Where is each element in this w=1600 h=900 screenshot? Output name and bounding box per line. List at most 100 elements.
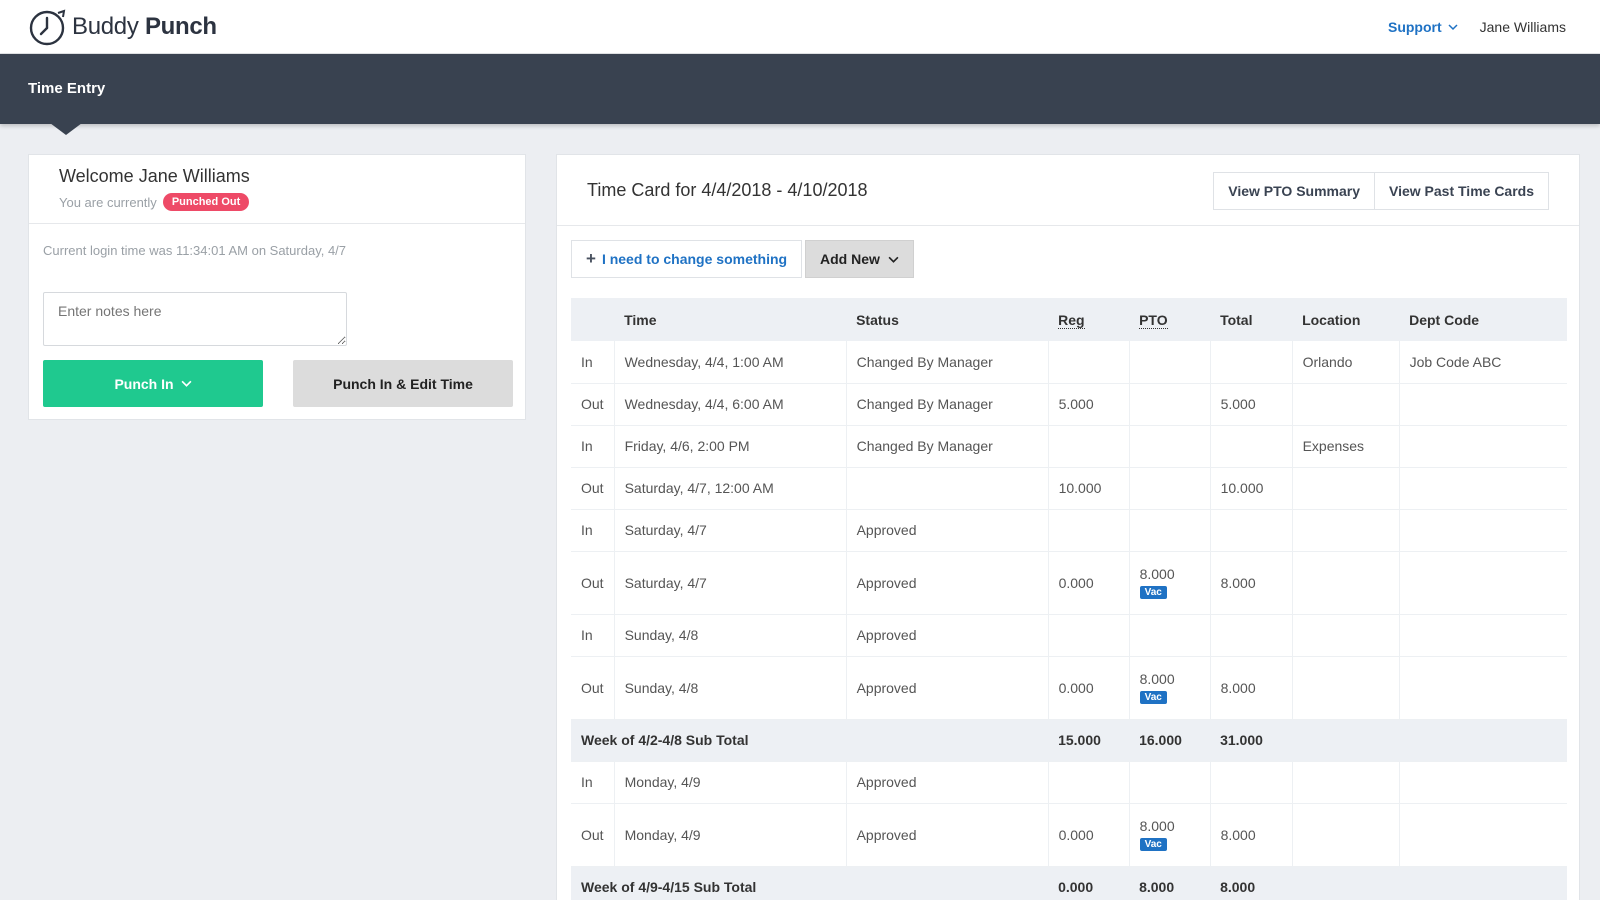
dept-cell <box>1398 803 1567 867</box>
table-header-row: Time Status Reg PTO Total Location Dept … <box>571 298 1567 341</box>
logo-text-buddy: Buddy <box>72 13 139 40</box>
location-cell <box>1291 509 1400 552</box>
punch-type-cell: In <box>571 614 615 657</box>
subtotal-total: 8.000 <box>1210 866 1293 900</box>
nav-tab-time-entry[interactable]: Time Entry <box>28 80 105 97</box>
top-header: Buddy Punch Support Jane Williams <box>0 0 1600 54</box>
total-cell <box>1209 509 1293 552</box>
location-cell <box>1291 551 1400 615</box>
dept-cell <box>1398 614 1567 657</box>
table-row[interactable]: In Friday, 4/6, 2:00 PM Changed By Manag… <box>571 425 1567 468</box>
divider <box>29 223 525 224</box>
pto-cell <box>1128 467 1211 510</box>
total-cell <box>1209 614 1293 657</box>
subtotal-label: Week of 4/9-4/15 Sub Total <box>571 866 1049 900</box>
welcome-heading: Welcome Jane Williams <box>59 166 250 186</box>
location-cell <box>1291 656 1400 720</box>
status-cell <box>845 467 1049 510</box>
view-past-time-cards-button[interactable]: View Past Time Cards <box>1375 172 1549 210</box>
col-dept-code: Dept Code <box>1399 298 1567 341</box>
add-new-button[interactable]: Add New <box>805 240 914 278</box>
nav-bar: Time Entry <box>0 54 1600 124</box>
col-location: Location <box>1292 298 1400 341</box>
punch-in-edit-time-button[interactable]: Punch In & Edit Time <box>293 360 513 407</box>
col-pto: PTO <box>1129 298 1211 341</box>
status-cell: Approved <box>845 761 1049 804</box>
subtotal-pto: 16.000 <box>1129 719 1211 762</box>
user-name-menu[interactable]: Jane Williams <box>1480 19 1566 35</box>
time-cell: Wednesday, 4/4, 1:00 AM <box>613 341 847 384</box>
total-cell <box>1209 761 1293 804</box>
status-cell: Changed By Manager <box>845 425 1049 468</box>
punch-type-cell: In <box>571 761 615 804</box>
clock-logo-icon <box>28 7 68 47</box>
time-cell: Sunday, 4/8 <box>613 656 847 720</box>
currently-label: You are currently <box>59 194 157 210</box>
pto-cell <box>1128 341 1211 384</box>
time-cell: Sunday, 4/8 <box>613 614 847 657</box>
change-something-label: I need to change something <box>601 251 788 267</box>
notes-input[interactable] <box>43 292 347 346</box>
reg-cell <box>1047 761 1130 804</box>
reg-cell: 0.000 <box>1047 803 1130 867</box>
reg-cell: 0.000 <box>1047 551 1130 615</box>
subtotal-row: Week of 4/2-4/8 Sub Total 15.000 16.000 … <box>571 719 1567 762</box>
col-reg: Reg <box>1048 298 1130 341</box>
punch-in-label: Punch In <box>114 375 174 392</box>
pto-cell <box>1128 383 1211 426</box>
pto-cell <box>1128 761 1211 804</box>
table-row[interactable]: Out Saturday, 4/7, 12:00 AM 10.000 10.00… <box>571 467 1567 510</box>
time-card-table: Time Status Reg PTO Total Location Dept … <box>571 298 1567 900</box>
punch-type-cell: Out <box>571 551 615 615</box>
total-cell: 8.000 <box>1209 656 1293 720</box>
view-pto-summary-button[interactable]: View PTO Summary <box>1213 172 1375 210</box>
status-cell: Approved <box>845 614 1049 657</box>
location-cell <box>1291 761 1400 804</box>
location-cell <box>1291 467 1400 510</box>
table-row[interactable]: In Sunday, 4/8 Approved <box>571 614 1567 657</box>
time-card-panel: Time Card for 4/4/2018 - 4/10/2018 View … <box>556 154 1580 900</box>
punch-in-button[interactable]: Punch In <box>43 360 263 407</box>
table-row[interactable]: In Saturday, 4/7 Approved <box>571 509 1567 552</box>
reg-cell <box>1047 509 1130 552</box>
time-cell: Saturday, 4/7 <box>613 551 847 615</box>
table-row[interactable]: Out Saturday, 4/7 Approved 0.000 8.000 V… <box>571 551 1567 615</box>
status-badge: Punched Out <box>162 193 250 211</box>
table-row[interactable]: In Wednesday, 4/4, 1:00 AM Changed By Ma… <box>571 341 1567 384</box>
support-menu[interactable]: Support <box>1388 19 1458 35</box>
location-cell <box>1291 614 1400 657</box>
change-something-button[interactable]: + I need to change something <box>571 240 803 278</box>
divider <box>557 225 1579 226</box>
table-row[interactable]: Out Monday, 4/9 Approved 0.000 8.000 Vac… <box>571 803 1567 867</box>
reg-cell <box>1047 425 1130 468</box>
dept-cell <box>1398 467 1567 510</box>
table-row[interactable]: Out Wednesday, 4/4, 6:00 AM Changed By M… <box>571 383 1567 426</box>
pto-cell: 8.000 Vac <box>1128 656 1211 720</box>
subtotal-reg: 15.000 <box>1048 719 1130 762</box>
table-row[interactable]: Out Sunday, 4/8 Approved 0.000 8.000 Vac… <box>571 656 1567 720</box>
reg-cell: 5.000 <box>1047 383 1130 426</box>
subtotal-total: 31.000 <box>1210 719 1293 762</box>
total-cell <box>1209 425 1293 468</box>
logo-text-punch: Punch <box>144 13 217 40</box>
add-new-label: Add New <box>820 251 880 267</box>
chevron-down-icon <box>888 256 899 263</box>
reg-cell <box>1047 341 1130 384</box>
dept-cell <box>1398 761 1567 804</box>
punch-panel: Welcome Jane Williams You are currently … <box>28 154 526 420</box>
reg-cell: 10.000 <box>1047 467 1130 510</box>
punch-type-cell: Out <box>571 803 615 867</box>
col-punch-type <box>571 298 615 341</box>
time-cell: Monday, 4/9 <box>613 761 847 804</box>
col-time: Time <box>614 298 847 341</box>
pto-type-badge: Vac <box>1139 586 1167 599</box>
active-tab-caret <box>50 123 82 135</box>
table-row[interactable]: In Monday, 4/9 Approved <box>571 761 1567 804</box>
total-cell: 5.000 <box>1209 383 1293 426</box>
subtotal-pto: 8.000 <box>1129 866 1211 900</box>
location-cell <box>1291 803 1400 867</box>
buddy-punch-logo[interactable]: Buddy Punch <box>28 6 217 48</box>
login-time-text: Current login time was 11:34:01 AM on Sa… <box>43 243 347 258</box>
dept-cell <box>1398 383 1567 426</box>
status-cell: Approved <box>845 803 1049 867</box>
